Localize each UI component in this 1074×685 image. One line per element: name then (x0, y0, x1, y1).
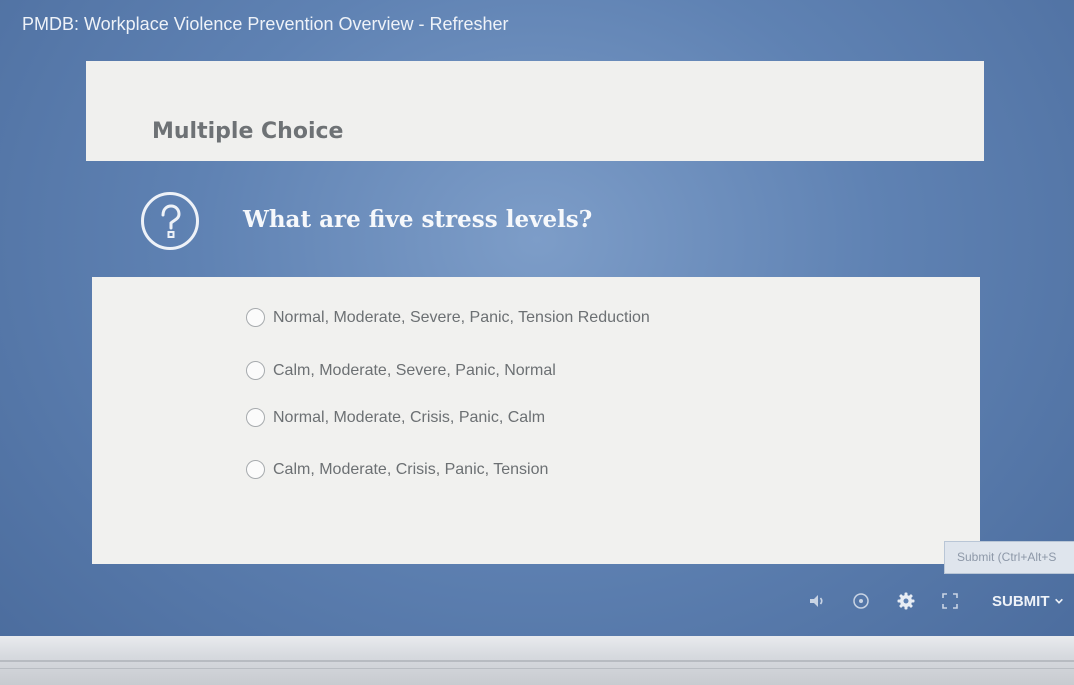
answer-option-2[interactable]: Calm, Moderate, Severe, Panic, Normal (246, 361, 556, 380)
radio-button[interactable] (246, 308, 265, 327)
answer-option-3[interactable]: Normal, Moderate, Crisis, Panic, Calm (246, 408, 545, 427)
answer-option-label: Calm, Moderate, Crisis, Panic, Tension (273, 460, 549, 478)
fullscreen-icon[interactable] (939, 590, 961, 612)
question-mark-icon (141, 192, 199, 250)
radio-button[interactable] (246, 361, 265, 380)
answer-option-1[interactable]: Normal, Moderate, Severe, Panic, Tension… (246, 308, 650, 327)
question-text: What are five stress levels? (243, 206, 593, 233)
course-title: PMDB: Workplace Violence Prevention Over… (22, 14, 509, 34)
answer-option-label: Calm, Moderate, Severe, Panic, Normal (273, 361, 556, 379)
answer-option-4[interactable]: Calm, Moderate, Crisis, Panic, Tension (246, 460, 548, 479)
radio-button[interactable] (246, 408, 265, 427)
submit-button-label: SUBMIT (992, 592, 1050, 610)
submit-tooltip: Submit (Ctrl+Alt+S (944, 541, 1074, 574)
footer-divider (0, 668, 1074, 669)
question-type-label: Multiple Choice (152, 119, 344, 144)
submit-button[interactable]: SUBMIT (992, 590, 1064, 612)
footer-divider (0, 660, 1074, 662)
chevron-down-icon (1054, 593, 1064, 610)
header-card: Multiple Choice (86, 61, 984, 161)
footer-bar (0, 636, 1074, 685)
answer-option-label: Normal, Moderate, Crisis, Panic, Calm (273, 408, 546, 426)
captions-icon[interactable] (850, 590, 872, 612)
answer-option-label: Normal, Moderate, Severe, Panic, Tension… (273, 308, 650, 326)
settings-gear-icon[interactable] (895, 590, 917, 612)
radio-button[interactable] (246, 460, 265, 479)
answers-card: Normal, Moderate, Severe, Panic, Tension… (92, 277, 980, 564)
volume-icon[interactable] (806, 590, 828, 612)
